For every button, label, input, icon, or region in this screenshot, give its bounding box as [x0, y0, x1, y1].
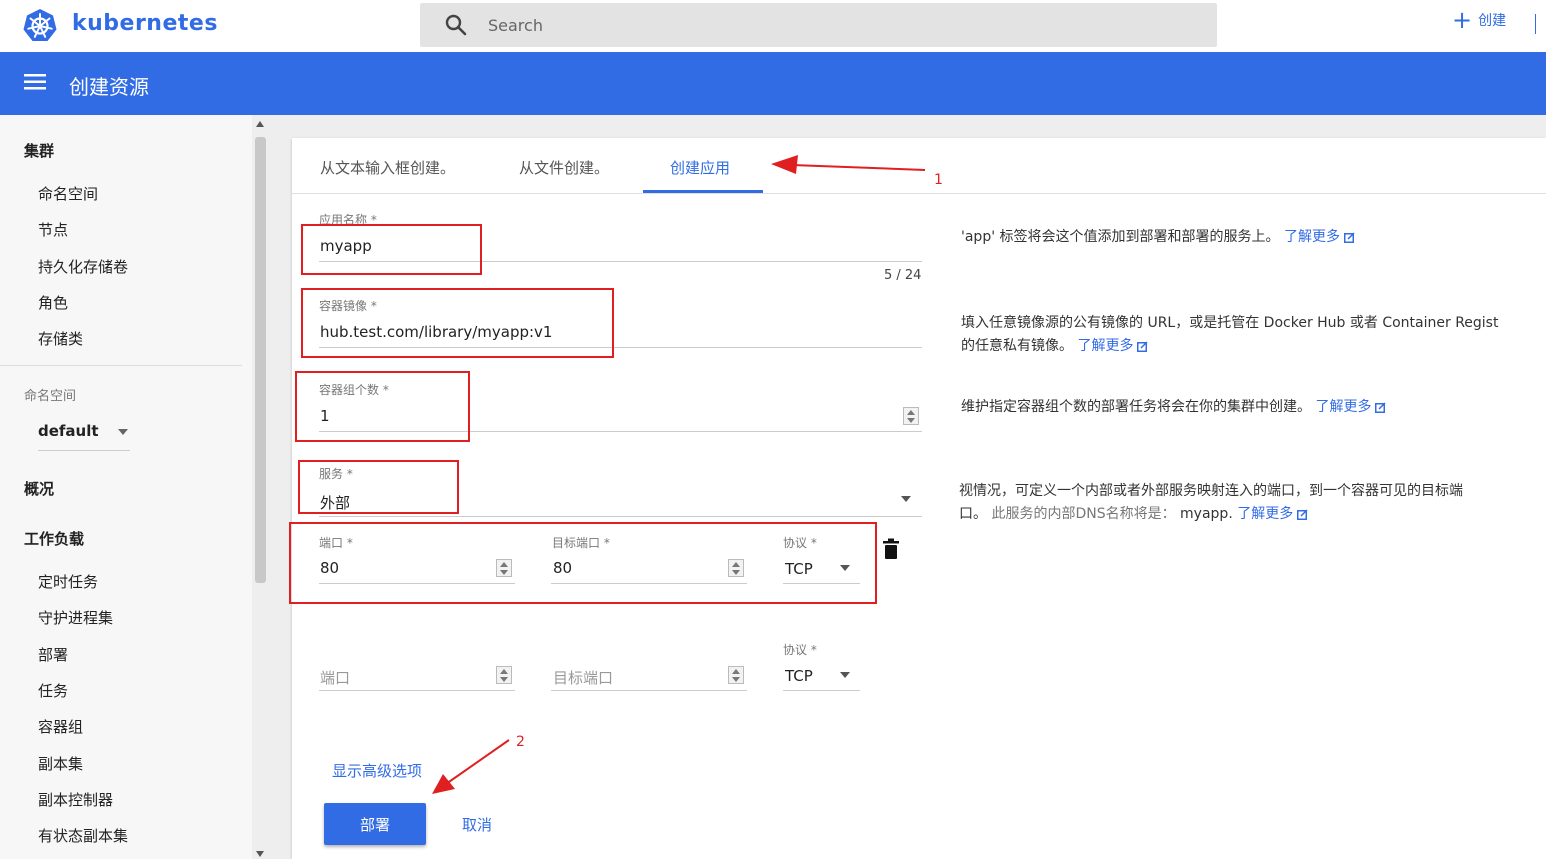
- annotation-arrow-2: [432, 739, 510, 794]
- annotation-arrow-1: [771, 155, 926, 174]
- annotation-arrows: [432, 155, 926, 794]
